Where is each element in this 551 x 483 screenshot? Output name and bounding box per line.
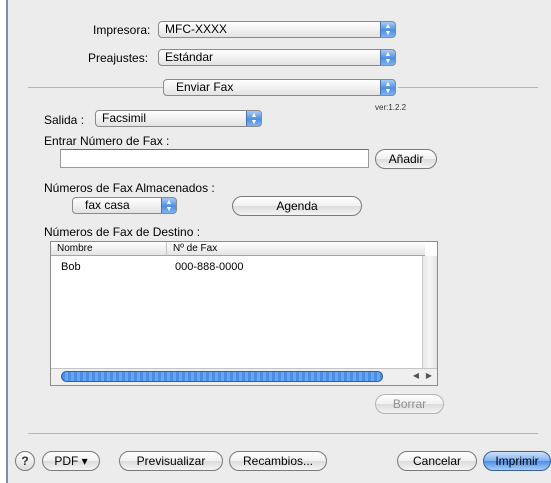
add-button[interactable]: Añadir <box>375 149 437 169</box>
preview-button[interactable]: Previsualizar <box>119 451 223 471</box>
output-value: Facsimil <box>102 111 146 125</box>
separator-right <box>398 87 538 88</box>
popup-arrows-icon: ▲ ▼ <box>380 50 395 65</box>
printer-popup[interactable]: MFC-XXXX ▲ ▼ <box>158 21 396 38</box>
cancel-button[interactable]: Cancelar <box>397 451 477 471</box>
row-fax: 000-888-0000 <box>175 261 244 273</box>
popup-arrows-icon: ▲ ▼ <box>161 198 176 213</box>
scroll-left-arrow-icon[interactable]: ◀ <box>413 371 419 380</box>
help-icon[interactable]: ? <box>15 451 35 471</box>
output-popup[interactable]: Facsimil ▲ ▼ <box>95 110 262 127</box>
delete-button[interactable]: Borrar <box>375 394 444 414</box>
stored-label: Números de Fax Almacenados : <box>44 181 215 195</box>
column-header-name[interactable]: Nombre <box>51 242 167 256</box>
table-row[interactable]: Bob 000-888-0000 <box>51 259 423 275</box>
presets-value: Estándar <box>165 50 214 64</box>
printer-value: MFC-XXXX <box>165 22 228 36</box>
stored-value: fax casa <box>85 198 130 212</box>
presets-popup[interactable]: Estándar ▲ ▼ <box>158 49 396 66</box>
footer-separator <box>28 433 538 434</box>
popup-arrows-icon: ▲ ▼ <box>380 22 395 37</box>
print-button[interactable]: Imprimir <box>483 451 551 471</box>
row-name: Bob <box>61 261 81 273</box>
output-label: Salida : <box>44 113 85 127</box>
panel-popup[interactable]: Enviar Fax ▲ ▼ <box>163 79 396 96</box>
scroll-right-arrow-icon[interactable]: ▶ <box>426 371 432 380</box>
popup-arrows-icon: ▲ ▼ <box>380 80 395 95</box>
pdf-button[interactable]: PDF ▾ <box>42 451 100 471</box>
supplies-button[interactable]: Recambios... <box>229 451 327 471</box>
agenda-button[interactable]: Agenda <box>232 196 362 216</box>
destination-table: Nombre Nº de Fax Bob 000-888-0000 ◀ ▶ <box>50 241 438 386</box>
horizontal-scrollbar[interactable]: ◀ ▶ <box>51 368 437 385</box>
vertical-scrollbar[interactable] <box>422 256 437 369</box>
fax-number-label: Entrar Número de Fax : <box>44 134 170 148</box>
column-header-fax[interactable]: Nº de Fax <box>167 242 425 256</box>
panel-value: Enviar Fax <box>176 80 234 94</box>
scroll-thumb[interactable] <box>61 371 383 382</box>
fax-number-input[interactable] <box>60 149 369 168</box>
separator-left <box>28 87 163 88</box>
stored-popup[interactable]: fax casa ▲ ▼ <box>72 197 177 214</box>
print-dialog: Impresora: MFC-XXXX ▲ ▼ Preajustes: Están… <box>6 0 551 483</box>
printer-label: Impresora: <box>93 23 151 37</box>
presets-label: Preajustes: <box>88 51 149 65</box>
popup-arrows-icon: ▲ ▼ <box>246 111 261 126</box>
destination-label: Números de Fax de Destino : <box>44 225 201 239</box>
version-text: ver:1.2.2 <box>375 103 407 112</box>
